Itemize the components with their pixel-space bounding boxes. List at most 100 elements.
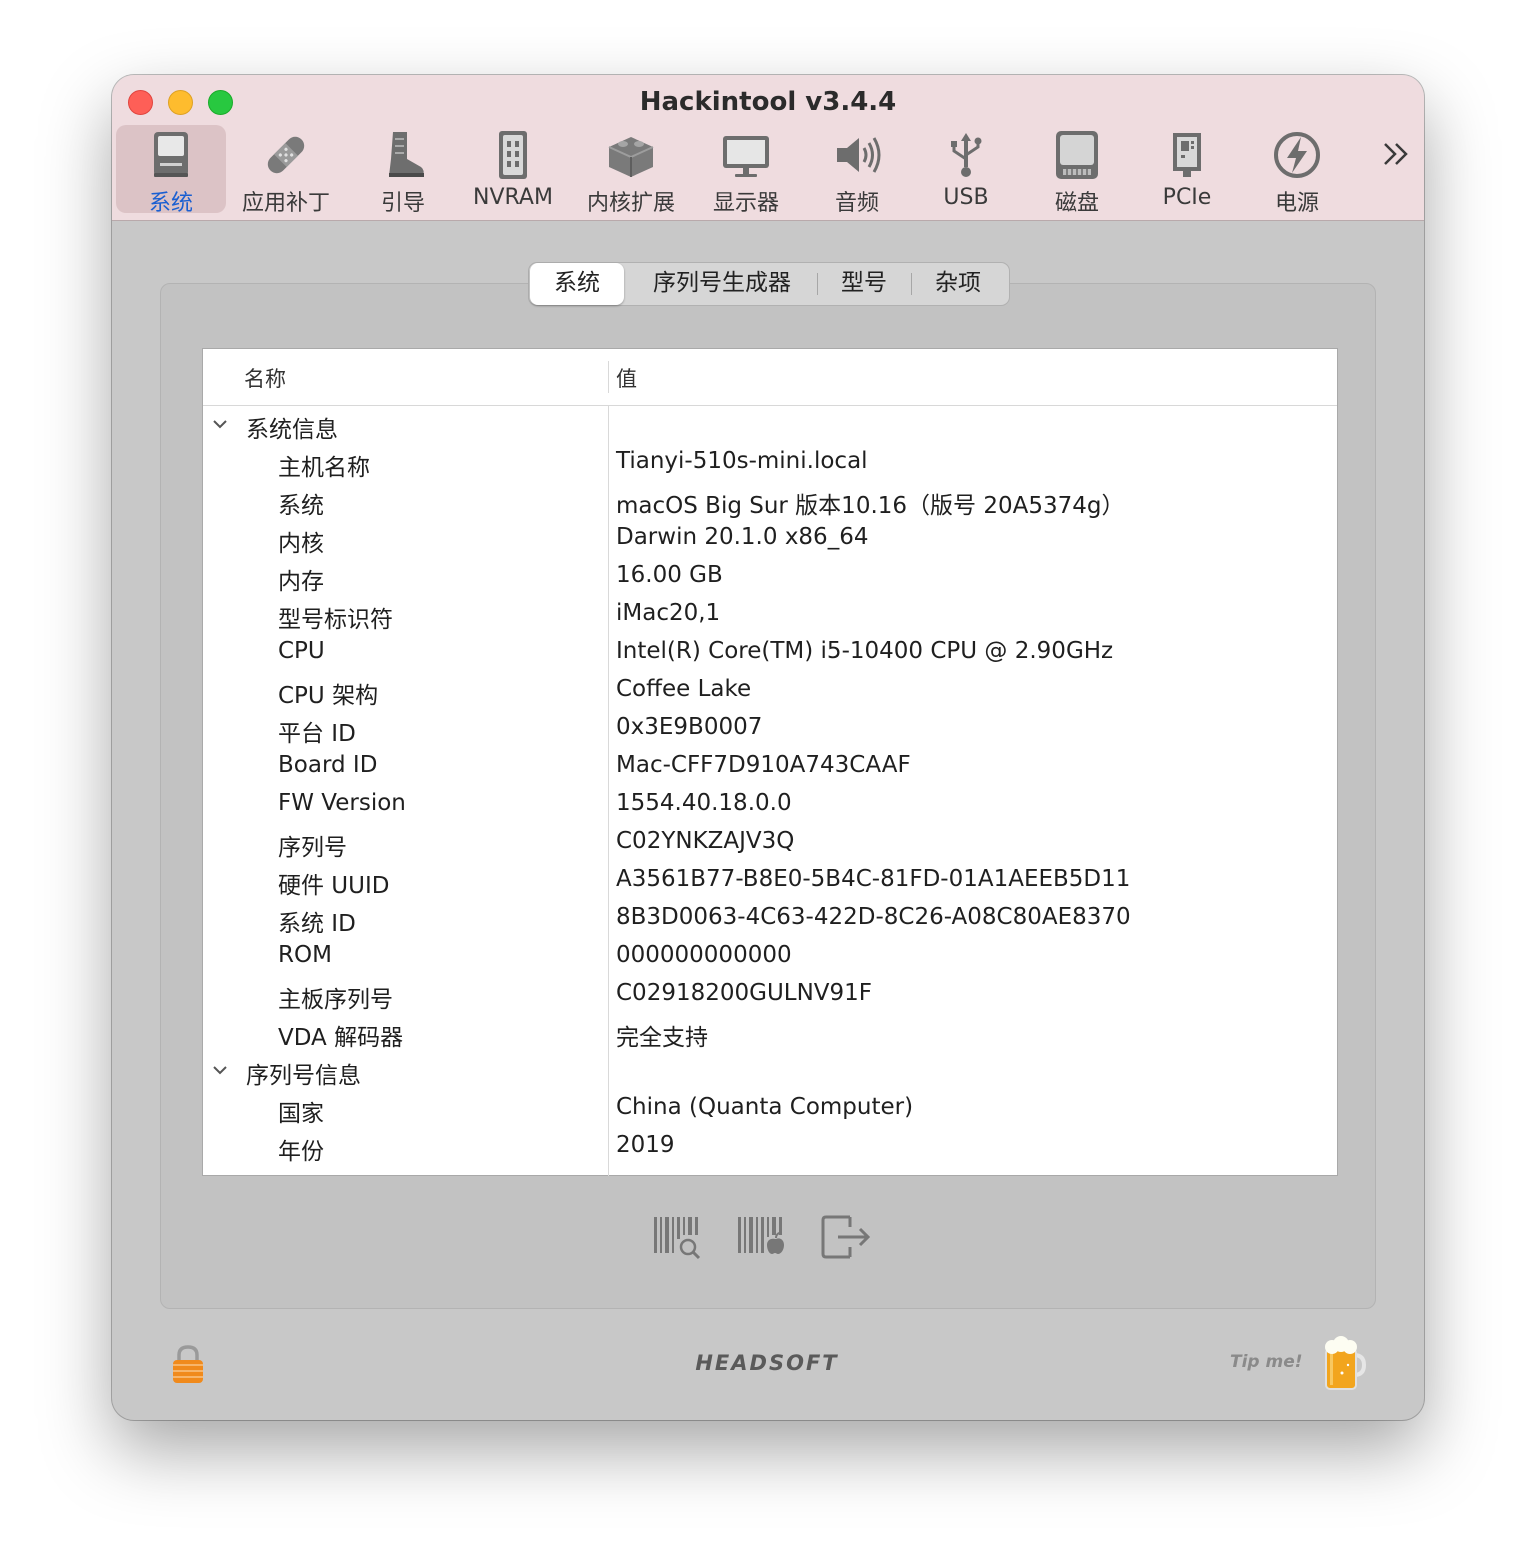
table-row[interactable]: 主机名称 Tianyi-510s-mini.local xyxy=(203,445,1337,483)
row-name: 国家 xyxy=(278,1101,324,1127)
row-name: 序列号 xyxy=(278,835,347,861)
row-name: CPU 架构 xyxy=(278,683,379,709)
row-value: Tianyi-510s-mini.local xyxy=(616,448,868,474)
group-row-serial-info[interactable]: 序列号信息 xyxy=(203,1053,1337,1091)
tab-serial-generator[interactable]: 序列号生成器 xyxy=(629,263,815,305)
toolbar-label: 应用补丁 xyxy=(241,191,330,216)
toolbar-item-nvram[interactable]: NVRAM xyxy=(458,125,568,213)
row-name: 年份 xyxy=(278,1139,324,1165)
row-name: 主机名称 xyxy=(278,455,370,481)
chevron-down-icon[interactable] xyxy=(211,415,229,433)
row-value: 完全支持 xyxy=(616,1025,708,1051)
column-divider[interactable] xyxy=(608,361,609,393)
row-value: 000000000000 xyxy=(616,942,792,968)
toolbar-item-audio[interactable]: 音频 xyxy=(802,125,912,216)
row-name: FW Version xyxy=(278,790,406,816)
tab-separator xyxy=(817,273,818,295)
hackintool-window: Hackintool v3.4.4 系统 应用补丁 引导 NVRAM 内核扩展 … xyxy=(112,75,1424,1420)
toolbar-label: 系统 xyxy=(148,191,193,216)
row-name: 内存 xyxy=(278,569,324,595)
toolbar-item-system[interactable]: 系统 xyxy=(116,125,226,216)
tab-model[interactable]: 型号 xyxy=(819,263,909,305)
group-row-system-info[interactable]: 系统信息 xyxy=(203,407,1337,445)
table-row[interactable]: 国家 China (Quanta Computer) xyxy=(203,1091,1337,1129)
row-value: Intel(R) Core(TM) i5-10400 CPU @ 2.90GHz xyxy=(616,638,1114,664)
toolbar-item-display[interactable]: 显示器 xyxy=(691,125,801,216)
table-row[interactable]: CPU Intel(R) Core(TM) i5-10400 CPU @ 2.9… xyxy=(203,635,1337,673)
tab-system[interactable]: 系统 xyxy=(530,263,624,305)
pcie-card-icon xyxy=(1173,133,1201,177)
toolbar-item-boot[interactable]: 引导 xyxy=(348,125,458,216)
tab-misc[interactable]: 杂项 xyxy=(913,263,1003,305)
chevron-double-right-icon[interactable] xyxy=(1380,137,1414,171)
table-row[interactable]: 主板序列号 C02918200GULNV91F xyxy=(203,977,1337,1015)
lock-icon[interactable] xyxy=(170,1343,206,1385)
column-header-value[interactable]: 值 xyxy=(616,363,637,393)
row-value: Coffee Lake xyxy=(616,676,752,702)
disk-icon xyxy=(1056,131,1098,179)
row-name: VDA 解码器 xyxy=(278,1025,404,1051)
kext-lego-icon xyxy=(608,137,654,177)
display-icon xyxy=(723,136,769,177)
toolbar-item-usb[interactable]: USB xyxy=(911,125,1021,213)
toolbar-item-kext[interactable]: 内核扩展 xyxy=(576,125,686,216)
memory-chip-icon xyxy=(499,131,527,179)
table-row[interactable]: 硬件 UUID A3561B77-B8E0-5B4C-81FD-01A1AEEB… xyxy=(203,863,1337,901)
window-title: Hackintool v3.4.4 xyxy=(639,87,897,117)
table-row[interactable]: FW Version 1554.40.18.0.0 xyxy=(203,787,1337,825)
table-row[interactable]: 平台 ID 0x3E9B0007 xyxy=(203,711,1337,749)
barcode-search-icon[interactable] xyxy=(652,1213,704,1261)
speaker-icon xyxy=(837,137,881,173)
row-value: China (Quanta Computer) xyxy=(616,1094,914,1120)
row-value: A3561B77-B8E0-5B4C-81FD-01A1AEEB5D11 xyxy=(616,866,1131,892)
row-name: 系统 xyxy=(278,493,324,519)
table-row[interactable]: 内核 Darwin 20.1.0 x86_64 xyxy=(203,521,1337,559)
table-row[interactable]: 序列号 C02YNKZAJV3Q xyxy=(203,825,1337,863)
row-value: 2019 xyxy=(616,1132,675,1158)
row-value: 1554.40.18.0.0 xyxy=(616,790,792,816)
column-header-name[interactable]: 名称 xyxy=(244,363,286,393)
bandage-icon xyxy=(267,136,305,174)
table-row[interactable]: ROM 000000000000 xyxy=(203,939,1337,977)
table-row[interactable]: 系统 macOS Big Sur 版本10.16（版号 20A5374g） xyxy=(203,483,1337,521)
row-name: 平台 ID xyxy=(278,721,356,747)
toolbar-item-pcie[interactable]: PCIe xyxy=(1132,125,1242,213)
table-row[interactable]: 系统 ID 8B3D0063-4C63-422D-8C26-A08C80AE83… xyxy=(203,901,1337,939)
row-name: 硬件 UUID xyxy=(278,873,390,899)
system-info-table: 名称 值 系统信息 主机名称 Tianyi-510s-mini.local 系统… xyxy=(202,348,1338,1176)
row-value: 0x3E9B0007 xyxy=(616,714,763,740)
row-name: ROM xyxy=(278,942,332,968)
row-name: 内核 xyxy=(278,531,324,557)
row-value: 16.00 GB xyxy=(616,562,723,588)
export-icon[interactable] xyxy=(820,1213,872,1261)
row-name: 主板序列号 xyxy=(278,987,393,1013)
usb-icon xyxy=(951,133,982,177)
table-row[interactable]: 型号标识符 iMac20,1 xyxy=(203,597,1337,635)
barcode-apple-icon[interactable] xyxy=(736,1213,788,1261)
table-row[interactable]: 内存 16.00 GB xyxy=(203,559,1337,597)
beer-mug-icon[interactable] xyxy=(1322,1335,1366,1391)
tip-me-label[interactable]: Tip me! xyxy=(1230,1352,1303,1372)
table-row[interactable]: VDA 解码器 完全支持 xyxy=(203,1015,1337,1053)
row-value: macOS Big Sur 版本10.16（版号 20A5374g） xyxy=(616,493,1125,519)
table-row[interactable]: 年份 2019 xyxy=(203,1129,1337,1167)
toolbar-label: 电源 xyxy=(1274,191,1319,216)
table-row[interactable]: CPU 架构 Coffee Lake xyxy=(203,673,1337,711)
computer-icon xyxy=(154,132,188,177)
row-value: C02918200GULNV91F xyxy=(616,980,873,1006)
tab-separator xyxy=(911,273,912,295)
row-name: CPU xyxy=(278,638,325,664)
row-value: Mac-CFF7D910A743CAAF xyxy=(616,752,911,778)
chevron-down-icon[interactable] xyxy=(211,1061,229,1079)
table-row[interactable]: Board ID Mac-CFF7D910A743CAAF xyxy=(203,749,1337,787)
power-bolt-icon xyxy=(1274,132,1320,178)
table-header: 名称 值 xyxy=(203,349,1337,406)
toolbar-item-power[interactable]: 电源 xyxy=(1242,125,1352,216)
tab-bar: 系统 序列号生成器 型号 杂项 xyxy=(528,262,1010,306)
group-title: 序列号信息 xyxy=(246,1063,361,1089)
toolbar-item-disk[interactable]: 磁盘 xyxy=(1022,125,1132,216)
boot-icon xyxy=(389,132,424,177)
row-name: 型号标识符 xyxy=(278,607,393,633)
toolbar-item-patch[interactable]: 应用补丁 xyxy=(231,125,341,216)
toolbar-label: NVRAM xyxy=(473,185,553,210)
